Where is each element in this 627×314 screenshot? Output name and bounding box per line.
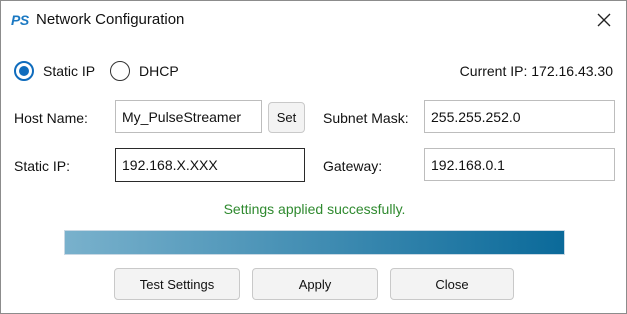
- apply-button[interactable]: Apply: [252, 268, 378, 300]
- radio-static-ip-label: Static IP: [43, 63, 96, 79]
- close-button[interactable]: Close: [390, 268, 514, 300]
- window-title: Network Configuration: [36, 11, 185, 28]
- subnet-mask-label: Subnet Mask:: [323, 110, 409, 126]
- radio-dhcp[interactable]: DHCP: [110, 59, 179, 83]
- static-ip-label: Static IP:: [14, 158, 71, 174]
- gateway-input[interactable]: [424, 148, 615, 181]
- static-ip-input[interactable]: [115, 148, 305, 182]
- app-logo: PS: [11, 12, 29, 28]
- test-settings-button[interactable]: Test Settings: [114, 268, 240, 300]
- title-bar: PS Network Configuration: [1, 1, 626, 39]
- radio-dhcp-indicator[interactable]: [110, 61, 130, 81]
- progress-bar-fill: [65, 231, 564, 254]
- gateway-label: Gateway:: [323, 158, 383, 174]
- radio-static-ip-indicator[interactable]: [14, 61, 34, 81]
- radio-dhcp-label: DHCP: [139, 63, 179, 79]
- radio-static-ip[interactable]: Static IP: [14, 59, 95, 83]
- progress-bar: [64, 230, 565, 255]
- status-message: Settings applied successfully.: [223, 201, 406, 217]
- set-host-name-button[interactable]: Set: [268, 102, 305, 133]
- host-name-input[interactable]: [115, 100, 262, 133]
- subnet-mask-input[interactable]: [424, 100, 615, 133]
- host-name-label: Host Name:: [14, 110, 88, 126]
- current-ip-text: Current IP: 172.16.43.30: [459, 63, 613, 79]
- window-close-button[interactable]: [590, 7, 618, 33]
- close-icon: [597, 13, 611, 27]
- network-configuration-dialog: PS Network Configuration Static IP DHCP …: [0, 0, 627, 314]
